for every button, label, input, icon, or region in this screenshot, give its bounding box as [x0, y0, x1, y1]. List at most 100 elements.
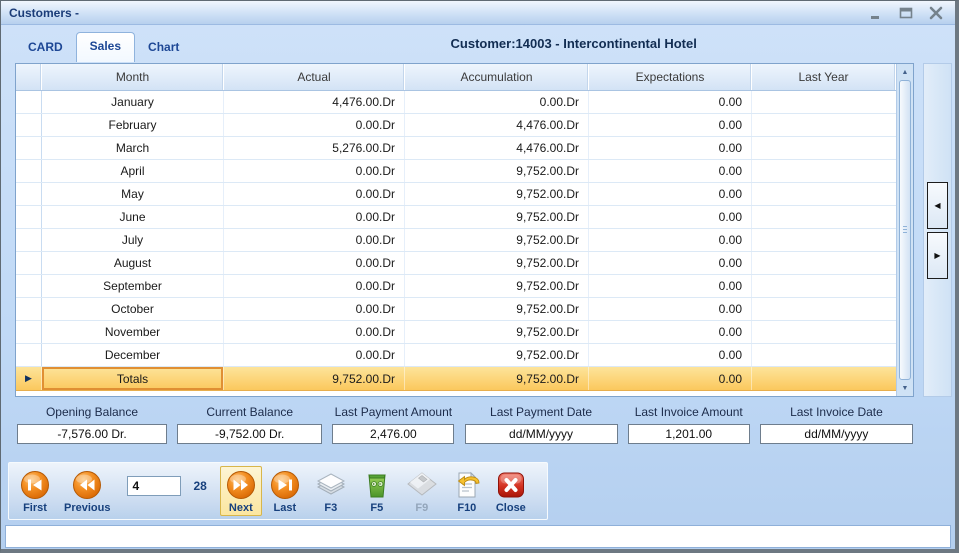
cell-accumulation[interactable]: 4,476.00.Dr	[405, 114, 589, 136]
cell-expectations[interactable]: 0.00	[589, 275, 752, 297]
cell-actual[interactable]: 0.00.Dr	[224, 114, 405, 136]
header-accumulation[interactable]: Accumulation	[405, 64, 589, 90]
cell-actual[interactable]: 0.00.Dr	[224, 206, 405, 228]
table-row[interactable]: ▶ September 0.00.Dr 9,752.00.Dr 0.00	[16, 275, 896, 298]
header-month[interactable]: Month	[42, 64, 224, 90]
cell-month[interactable]: January	[42, 91, 224, 113]
cell-accumulation[interactable]: 9,752.00.Dr	[405, 275, 589, 297]
table-row[interactable]: ▶ June 0.00.Dr 9,752.00.Dr 0.00	[16, 206, 896, 229]
cell-last-year[interactable]	[752, 137, 896, 159]
cell-expectations[interactable]: 0.00	[589, 367, 752, 390]
cell-expectations[interactable]: 0.00	[589, 160, 752, 182]
vertical-scrollbar[interactable]: ▲ ▼	[896, 64, 913, 396]
cell-month[interactable]: September	[42, 275, 224, 297]
cell-actual[interactable]: 0.00.Dr	[224, 252, 405, 274]
table-row[interactable]: ▶ October 0.00.Dr 9,752.00.Dr 0.00	[16, 298, 896, 321]
cell-accumulation[interactable]: 9,752.00.Dr	[405, 344, 589, 366]
cell-last-year[interactable]	[752, 252, 896, 274]
cell-last-year[interactable]	[752, 160, 896, 182]
cell-expectations[interactable]: 0.00	[589, 229, 752, 251]
summary-field-value[interactable]: dd/MM/yyyy	[465, 424, 618, 444]
cell-expectations[interactable]: 0.00	[589, 344, 752, 366]
cell-actual[interactable]: 0.00.Dr	[224, 275, 405, 297]
cell-month[interactable]: February	[42, 114, 224, 136]
summary-field-value[interactable]: 2,476.00	[332, 424, 454, 444]
table-row[interactable]: ▶ August 0.00.Dr 9,752.00.Dr 0.00	[16, 252, 896, 275]
cell-last-year[interactable]	[752, 183, 896, 205]
cell-last-year[interactable]	[752, 367, 896, 390]
first-button[interactable]: First	[14, 466, 56, 516]
cell-month[interactable]: April	[42, 160, 224, 182]
close-icon[interactable]	[929, 6, 943, 20]
cell-expectations[interactable]: 0.00	[589, 252, 752, 274]
f5-button[interactable]: F5	[356, 466, 398, 516]
cell-month[interactable]: October	[42, 298, 224, 320]
cell-last-year[interactable]	[752, 229, 896, 251]
table-row[interactable]: ▶ July 0.00.Dr 9,752.00.Dr 0.00	[16, 229, 896, 252]
cell-month[interactable]: Totals	[42, 367, 224, 390]
table-row[interactable]: ▶ November 0.00.Dr 9,752.00.Dr 0.00	[16, 321, 896, 344]
tab-card[interactable]: CARD	[15, 34, 76, 61]
cell-last-year[interactable]	[752, 344, 896, 366]
table-row[interactable]: ▶ December 0.00.Dr 9,752.00.Dr 0.00	[16, 344, 896, 367]
close-button[interactable]: Close	[490, 466, 532, 516]
cell-accumulation[interactable]: 9,752.00.Dr	[405, 321, 589, 343]
cell-month[interactable]: December	[42, 344, 224, 366]
cell-month[interactable]: July	[42, 229, 224, 251]
cell-accumulation[interactable]: 0.00.Dr	[405, 91, 589, 113]
cell-actual[interactable]: 5,276.00.Dr	[224, 137, 405, 159]
cell-actual[interactable]: 0.00.Dr	[224, 321, 405, 343]
cell-last-year[interactable]	[752, 114, 896, 136]
scrollbar-thumb[interactable]	[899, 80, 911, 380]
cell-actual[interactable]: 0.00.Dr	[224, 229, 405, 251]
cell-last-year[interactable]	[752, 275, 896, 297]
cell-actual[interactable]: 0.00.Dr	[224, 183, 405, 205]
last-button[interactable]: Last	[264, 466, 306, 516]
cell-accumulation[interactable]: 9,752.00.Dr	[405, 252, 589, 274]
cell-actual[interactable]: 0.00.Dr	[224, 160, 405, 182]
summary-field-value[interactable]: -7,576.00 Dr.	[17, 424, 167, 444]
cell-accumulation[interactable]: 9,752.00.Dr	[405, 229, 589, 251]
cell-actual[interactable]: 0.00.Dr	[224, 298, 405, 320]
summary-field-value[interactable]: 1,201.00	[628, 424, 750, 444]
summary-field-value[interactable]: dd/MM/yyyy	[760, 424, 913, 444]
table-row[interactable]: ▶ February 0.00.Dr 4,476.00.Dr 0.00	[16, 114, 896, 137]
table-row[interactable]: ▶ March 5,276.00.Dr 4,476.00.Dr 0.00	[16, 137, 896, 160]
cell-month[interactable]: November	[42, 321, 224, 343]
cell-expectations[interactable]: 0.00	[589, 91, 752, 113]
cell-expectations[interactable]: 0.00	[589, 298, 752, 320]
scroll-up-icon[interactable]: ▲	[897, 64, 913, 80]
cell-accumulation[interactable]: 9,752.00.Dr	[405, 206, 589, 228]
cell-actual[interactable]: 0.00.Dr	[224, 344, 405, 366]
collapse-left-icon[interactable]: ◀	[927, 182, 948, 229]
next-button[interactable]: Next	[220, 466, 262, 516]
cell-last-year[interactable]	[752, 298, 896, 320]
header-expectations[interactable]: Expectations	[589, 64, 752, 90]
cell-accumulation[interactable]: 9,752.00.Dr	[405, 183, 589, 205]
table-row[interactable]: ▶ January 4,476.00.Dr 0.00.Dr 0.00	[16, 91, 896, 114]
header-last-year[interactable]: Last Year	[752, 64, 896, 90]
table-row[interactable]: ▶ April 0.00.Dr 9,752.00.Dr 0.00	[16, 160, 896, 183]
record-number-input[interactable]	[127, 476, 181, 496]
cell-month[interactable]: August	[42, 252, 224, 274]
cell-accumulation[interactable]: 9,752.00.Dr	[405, 298, 589, 320]
expand-right-icon[interactable]: ▶	[927, 232, 948, 279]
previous-button[interactable]: Previous	[58, 466, 116, 516]
f3-button[interactable]: F3	[308, 466, 354, 516]
cell-last-year[interactable]	[752, 91, 896, 113]
cell-expectations[interactable]: 0.00	[589, 183, 752, 205]
title-bar[interactable]: Customers -	[1, 1, 955, 25]
cell-expectations[interactable]: 0.00	[589, 114, 752, 136]
cell-last-year[interactable]	[752, 206, 896, 228]
tab-sales[interactable]: Sales	[76, 32, 135, 62]
cell-accumulation[interactable]: 9,752.00.Dr	[405, 367, 589, 390]
cell-actual[interactable]: 9,752.00.Dr	[224, 367, 405, 390]
cell-month[interactable]: May	[42, 183, 224, 205]
cell-accumulation[interactable]: 4,476.00.Dr	[405, 137, 589, 159]
scroll-down-icon[interactable]: ▼	[897, 380, 913, 396]
minimize-icon[interactable]	[869, 6, 883, 20]
cell-expectations[interactable]: 0.00	[589, 137, 752, 159]
summary-field-value[interactable]: -9,752.00 Dr.	[177, 424, 322, 444]
header-actual[interactable]: Actual	[224, 64, 405, 90]
cell-accumulation[interactable]: 9,752.00.Dr	[405, 160, 589, 182]
